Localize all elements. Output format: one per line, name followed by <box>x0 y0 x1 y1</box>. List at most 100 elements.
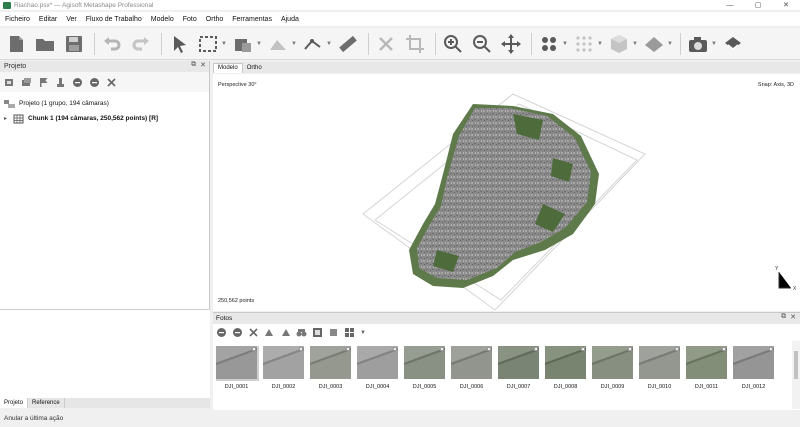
close-panel-icon[interactable]: ✕ <box>200 61 206 69</box>
photo-status-icon <box>581 347 585 351</box>
remove-button[interactable] <box>106 77 117 88</box>
scrollbar-thumb[interactable] <box>794 351 798 379</box>
binoculars-icon <box>296 329 307 337</box>
move-region-button[interactable] <box>498 31 524 57</box>
photo-image <box>310 346 351 379</box>
save-button[interactable] <box>61 31 87 57</box>
menu-ver[interactable]: Ver <box>66 16 77 23</box>
photo-thumbnail[interactable]: DJI_0009 <box>592 346 633 410</box>
chunk-row[interactable]: ▸ Chunk 1 (194 câmaras, 250,562 points) … <box>0 111 209 126</box>
open-button[interactable] <box>32 31 58 57</box>
add-scalebar-button[interactable] <box>55 77 66 88</box>
disable-photo-button[interactable] <box>232 327 243 338</box>
menu-editar[interactable]: Editar <box>39 16 57 23</box>
photo-thumbnail[interactable]: DJI_0012 <box>733 346 774 410</box>
minimize-button[interactable]: — <box>716 0 744 10</box>
ruler-button[interactable] <box>335 31 361 57</box>
menu-ajuda[interactable]: Ajuda <box>281 16 299 23</box>
add-marker-button[interactable] <box>38 77 49 88</box>
photo-name: DJI_0007 <box>506 384 531 390</box>
chevron-right-icon[interactable]: ▸ <box>4 115 13 122</box>
redo-button[interactable] <box>128 31 154 57</box>
zoom-out-button[interactable] <box>469 31 495 57</box>
mesh-button[interactable] <box>606 31 632 57</box>
tiled-model-button[interactable] <box>641 31 667 57</box>
show-cameras-button[interactable] <box>685 31 711 57</box>
photo-thumbnail[interactable]: DJI_0007 <box>498 346 539 410</box>
chevron-down-icon[interactable]: ▼ <box>632 41 638 47</box>
close-panel-icon[interactable]: ✕ <box>790 313 796 321</box>
toolbar-divider <box>435 32 436 55</box>
float-panel-icon[interactable]: ⧉ <box>191 61 196 69</box>
menu-fluxo-de-trabalho[interactable]: Fluxo de Trabalho <box>86 16 142 23</box>
chevron-down-icon[interactable]: ▼ <box>256 41 262 47</box>
rotate-right-button[interactable] <box>280 327 291 338</box>
tab-projeto[interactable]: Projeto <box>0 398 29 408</box>
chevron-down-icon[interactable]: ▼ <box>667 41 673 47</box>
float-panel-icon[interactable]: ⧉ <box>781 313 786 321</box>
chunk-label: Chunk 1 (194 câmaras, 250,562 points) [R… <box>28 115 159 122</box>
chevron-down-icon[interactable]: ▼ <box>562 41 568 47</box>
model-viewport[interactable]: Perspective 30° Snap: Axis, 3D Y X 250,5… <box>213 74 800 311</box>
enable-photo-button[interactable] <box>216 327 227 338</box>
photo-thumbnail[interactable]: DJI_0001 <box>216 346 259 410</box>
chevron-down-icon[interactable]: ▼ <box>221 41 227 47</box>
measure-line-button[interactable] <box>300 31 326 57</box>
remove-photo-button[interactable] <box>248 327 259 338</box>
photo-thumbnail[interactable]: DJI_0005 <box>404 346 445 410</box>
chevron-down-icon[interactable]: ▼ <box>291 41 297 47</box>
photos-scrollbar[interactable] <box>792 341 800 409</box>
disable-circle-icon <box>90 77 99 87</box>
enable-button[interactable] <box>72 77 83 88</box>
menu-ficheiro[interactable]: Ficheiro <box>5 16 30 23</box>
toolbar-divider <box>368 32 369 55</box>
tab-modelo[interactable]: Modelo <box>213 62 243 73</box>
photo-thumbnail[interactable]: DJI_0002 <box>263 346 304 410</box>
photo-thumbnail[interactable]: DJI_0003 <box>310 346 351 410</box>
tab-reference[interactable]: Reference <box>28 398 65 408</box>
photo-thumbnail[interactable]: DJI_0008 <box>545 346 586 410</box>
rotate-left-button[interactable] <box>264 327 275 338</box>
binoculars-button[interactable] <box>296 327 307 338</box>
photo-thumbnail[interactable]: DJI_0004 <box>357 346 398 410</box>
project-root-row[interactable]: Projeto (1 grupo, 194 câmaras) <box>0 96 209 111</box>
chevron-down-icon[interactable]: ▼ <box>326 41 332 47</box>
add-chunk-button[interactable] <box>4 77 15 88</box>
navigation-button[interactable] <box>166 31 192 57</box>
show-layers-button[interactable] <box>720 31 746 57</box>
close-button[interactable]: ✕ <box>772 0 800 10</box>
dense-cloud-button[interactable] <box>571 31 597 57</box>
crop-selection-button[interactable] <box>402 31 428 57</box>
chevron-down-icon[interactable]: ▼ <box>360 330 366 336</box>
new-file-button[interactable] <box>3 31 29 57</box>
photo-name: DJI_0009 <box>600 384 625 390</box>
photo-thumbnail[interactable]: DJI_0010 <box>639 346 680 410</box>
project-root-label: Projeto (1 grupo, 194 câmaras) <box>19 100 109 107</box>
point-cloud-button[interactable] <box>536 31 562 57</box>
photo-thumbnail[interactable]: DJI_0011 <box>686 346 727 410</box>
photo-name: DJI_0004 <box>365 384 390 390</box>
add-photos-button[interactable] <box>21 77 32 88</box>
svg-text:Y: Y <box>775 266 779 272</box>
photo-name: DJI_0005 <box>412 384 437 390</box>
menu-modelo[interactable]: Modelo <box>151 16 174 23</box>
menu-foto[interactable]: Foto <box>183 16 197 23</box>
undo-button[interactable] <box>99 31 125 57</box>
photo-thumbnail[interactable]: DJI_0006 <box>451 346 492 410</box>
disable-button[interactable] <box>89 77 100 88</box>
chevron-down-icon[interactable]: ▼ <box>711 41 717 47</box>
menu-ortho[interactable]: Ortho <box>206 16 224 23</box>
shape-tool-button[interactable] <box>265 31 291 57</box>
view-mode-button[interactable] <box>344 327 355 338</box>
add-chunk-icon <box>5 78 13 86</box>
menu-ferramentas[interactable]: Ferramentas <box>232 16 272 23</box>
model-tool-button[interactable] <box>230 31 256 57</box>
maximize-button[interactable]: ▢ <box>744 0 772 10</box>
tab-ortho[interactable]: Ortho <box>243 63 266 73</box>
chevron-down-icon[interactable]: ▼ <box>597 41 603 47</box>
reset-view-button[interactable] <box>328 327 339 338</box>
rectangle-selection-button[interactable] <box>195 31 221 57</box>
mask-button[interactable] <box>312 327 323 338</box>
delete-selection-button[interactable] <box>373 31 399 57</box>
zoom-in-button[interactable] <box>440 31 466 57</box>
